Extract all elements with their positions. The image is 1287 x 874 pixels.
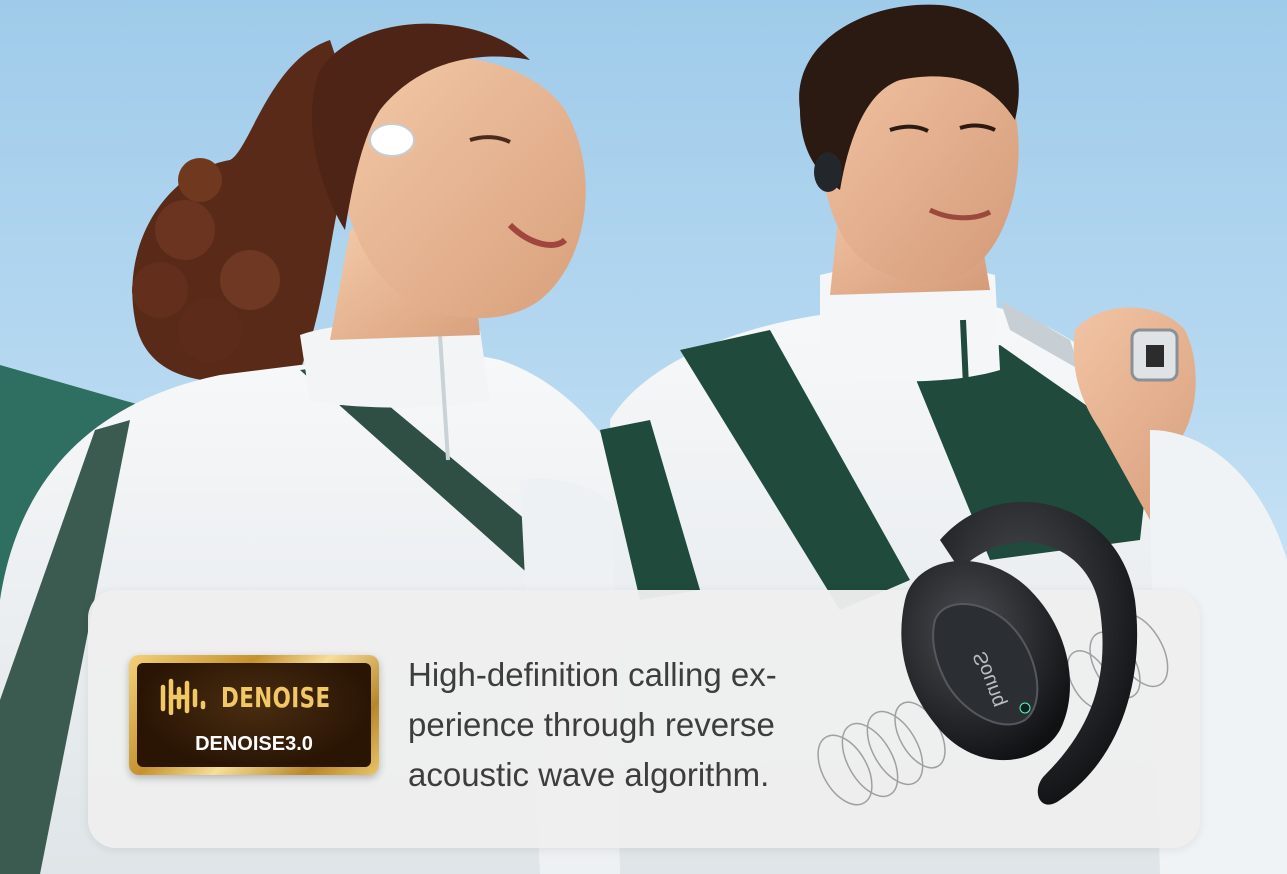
description-line: perience through reverse <box>408 706 775 743</box>
sound-wave-icon <box>160 678 206 715</box>
product-banner: Sounq DENOISE DENOISE3.0 High-definition… <box>0 0 1287 874</box>
badge-subtitle: DENOISE3.0 <box>195 733 313 755</box>
feature-description: High-definition calling ex- perience thr… <box>408 650 858 800</box>
badge-title: DENOISE <box>221 681 331 714</box>
description-line: acoustic wave algorithm. <box>408 756 770 793</box>
description-line: High-definition calling ex- <box>408 656 777 693</box>
denoise-badge: DENOISE DENOISE3.0 <box>129 655 379 775</box>
